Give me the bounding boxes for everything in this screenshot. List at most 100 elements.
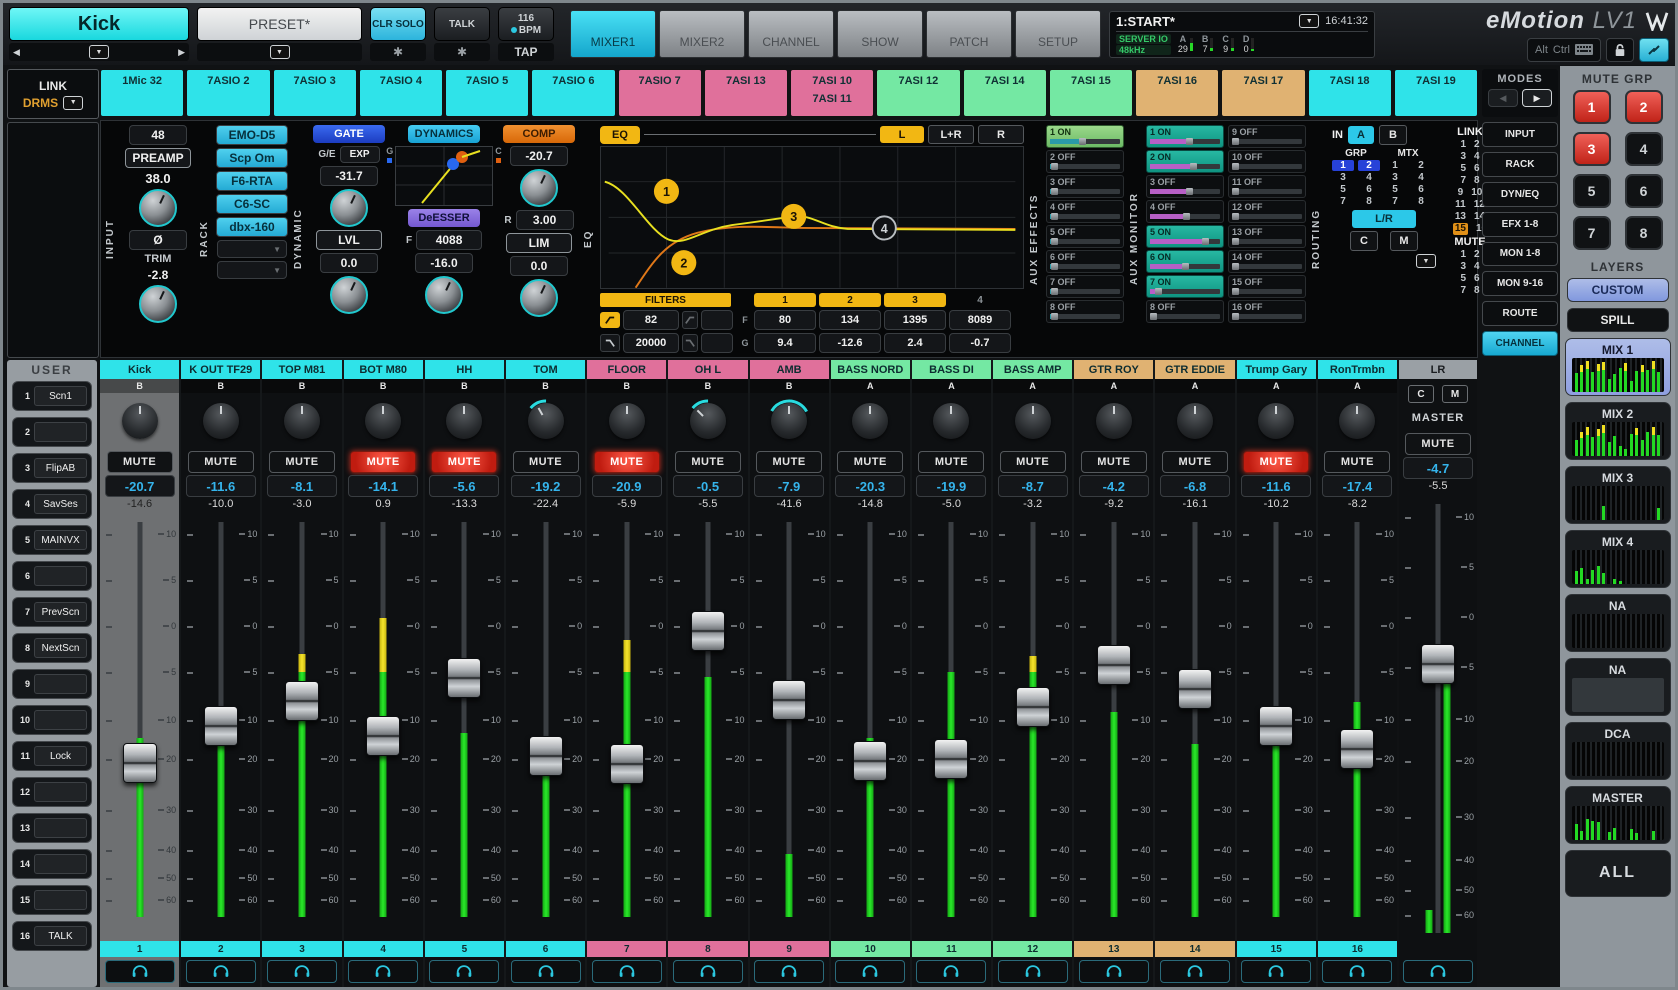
mtx-assign-3[interactable]: 3 — [1384, 172, 1406, 183]
dynamics-button[interactable]: DYNAMICS — [408, 125, 480, 143]
headphone-button[interactable] — [1322, 960, 1392, 983]
mutegrp-assign-8[interactable]: 8 — [1474, 285, 1480, 297]
user-button-4[interactable]: 4SavSes — [12, 489, 92, 519]
fader-track[interactable]: 10505102030405060 — [912, 514, 991, 941]
eq-graph[interactable]: 1 2 3 4 — [600, 146, 1024, 289]
efx-send-5[interactable]: 5 OFF — [1046, 225, 1124, 248]
fader-track[interactable]: 10505102030405060 — [993, 514, 1072, 941]
lpf-freq-value[interactable]: 20000 — [623, 333, 679, 353]
clr-solo-button[interactable]: CLR SOLO — [370, 7, 426, 41]
user-button-8[interactable]: 8NextScn — [12, 633, 92, 663]
mtx-assign-8[interactable]: 8 — [1410, 196, 1432, 207]
mtx-assign-7[interactable]: 7 — [1384, 196, 1406, 207]
grp-assign-7[interactable]: 7 — [1332, 196, 1354, 207]
mute-button[interactable]: MUTE — [1243, 451, 1309, 473]
efx-send-2[interactable]: 2 OFF — [1046, 150, 1124, 173]
fader-cap[interactable] — [1097, 645, 1131, 685]
fader-cap[interactable] — [691, 611, 725, 651]
tab-show[interactable]: SHOW — [837, 10, 923, 58]
fader-cap[interactable] — [853, 741, 887, 781]
spill-button[interactable]: SPILL — [1567, 308, 1669, 332]
rack-slot-1[interactable]: EMO-D5 — [216, 125, 288, 145]
mon-send-1[interactable]: 1 ON — [1146, 125, 1224, 148]
bpm-display[interactable]: 116 BPM — [498, 7, 554, 41]
layer-na[interactable]: NA — [1565, 594, 1671, 652]
fader-cap[interactable] — [285, 681, 319, 721]
eq-band-4-gain[interactable]: -0.7 — [949, 333, 1011, 353]
pan-knob[interactable] — [365, 403, 401, 439]
link-3[interactable]: 3 — [1460, 151, 1466, 163]
user-button-11[interactable]: 11Lock — [12, 741, 92, 771]
prev-channel-button[interactable]: ◀ — [13, 47, 20, 58]
mtx-assign-4[interactable]: 4 — [1410, 172, 1432, 183]
mon-send-5[interactable]: 5 ON — [1146, 225, 1224, 248]
fader-value[interactable]: -6.8 — [1160, 475, 1230, 497]
mon-send-9[interactable]: 9 OFF — [1228, 125, 1306, 148]
limiter-button[interactable]: LIM — [506, 233, 572, 253]
lr-mono-button[interactable]: M — [1442, 385, 1468, 403]
link-10[interactable]: 10 — [1471, 187, 1482, 199]
rack-slot-5[interactable]: dbx-160 — [216, 217, 288, 237]
modes-prev-button[interactable]: ◀ — [1488, 89, 1518, 107]
layer-mix-3[interactable]: MIX 3 — [1565, 466, 1671, 524]
detail-nav-input[interactable]: INPUT — [1482, 122, 1558, 147]
fader-value[interactable]: -4.2 — [1079, 475, 1149, 497]
lr-headphone-button[interactable] — [1403, 960, 1473, 983]
pan-knob[interactable] — [1015, 403, 1051, 439]
headphone-button[interactable] — [267, 960, 337, 983]
mutegrp-assign-2[interactable]: 2 — [1474, 249, 1480, 261]
user-button-1[interactable]: 1Scn1 — [12, 381, 92, 411]
fader-cap[interactable] — [447, 658, 481, 698]
comp-button[interactable]: COMP — [503, 125, 575, 143]
fader-cap[interactable] — [772, 680, 806, 720]
link-9[interactable]: 9 — [1458, 187, 1464, 199]
hpf2-freq-value[interactable] — [701, 310, 733, 330]
link-2[interactable]: 2 — [1474, 139, 1480, 151]
fader-track[interactable]: 10505102030405060 — [506, 514, 585, 941]
input-select-10[interactable]: 7ASI 12 — [876, 69, 960, 117]
input-select-1[interactable]: 1Mic 32 — [100, 69, 184, 117]
lr-center-button[interactable]: C — [1408, 385, 1434, 403]
fader-cap[interactable] — [610, 744, 644, 784]
lr-route-button[interactable]: L/R — [1352, 210, 1416, 228]
hpf2-icon[interactable] — [682, 311, 698, 329]
grp-assign-8[interactable]: 8 — [1358, 196, 1380, 207]
preset-dropdown-icon[interactable]: ▼ — [270, 45, 290, 59]
pan-knob[interactable] — [203, 403, 239, 439]
mute-button[interactable]: MUTE — [107, 451, 173, 473]
channel-name[interactable]: BASS NORD — [831, 360, 910, 379]
layer-na[interactable]: NA — [1565, 658, 1671, 716]
user-button-12[interactable]: 12 — [12, 777, 92, 807]
session-dropdown-icon[interactable]: ▼ — [1299, 14, 1319, 28]
comp-gain-knob[interactable] — [520, 279, 558, 317]
layer-mix-2[interactable]: MIX 2 — [1565, 402, 1671, 460]
headphone-button[interactable] — [1160, 960, 1230, 983]
input-select-8[interactable]: 7ASI 13 — [704, 69, 788, 117]
channel-dropdown-icon[interactable]: ▼ — [89, 45, 109, 59]
mutegrp-assign-1[interactable]: 1 — [1460, 249, 1466, 261]
layer-mix-1[interactable]: MIX 1 — [1565, 338, 1671, 396]
fader-value[interactable]: -17.4 — [1322, 475, 1392, 497]
link-1[interactable]: 1 — [1460, 139, 1466, 151]
input-select-2[interactable]: 7ASIO 2 — [186, 69, 270, 117]
grp-assign-1[interactable]: 1 — [1332, 160, 1354, 171]
headphone-button[interactable] — [998, 960, 1068, 983]
mute-button[interactable]: MUTE — [594, 451, 660, 473]
channel-name[interactable]: GTR ROY — [1074, 360, 1153, 379]
efx-send-3[interactable]: 3 OFF — [1046, 175, 1124, 198]
eq-mode-R[interactable]: R — [978, 125, 1024, 144]
fader-cap[interactable] — [1421, 644, 1455, 684]
eq-band-2-select[interactable]: 2 — [819, 293, 881, 307]
pan-knob[interactable] — [528, 403, 564, 439]
channel-name[interactable]: HH — [425, 360, 504, 379]
mute-button[interactable]: MUTE — [837, 451, 903, 473]
user-button-6[interactable]: 6 — [12, 561, 92, 591]
input-A-button[interactable]: A — [1348, 126, 1374, 144]
mute-button[interactable]: MUTE — [1162, 451, 1228, 473]
input-B-button[interactable]: B — [1379, 125, 1407, 145]
mtx-assign-2[interactable]: 2 — [1410, 160, 1432, 171]
mon-send-12[interactable]: 12 OFF — [1228, 200, 1306, 223]
hpf-freq-value[interactable]: 82 — [623, 310, 679, 330]
channel-name[interactable]: TOP M81 — [262, 360, 341, 379]
mon-send-6[interactable]: 6 ON — [1146, 250, 1224, 273]
